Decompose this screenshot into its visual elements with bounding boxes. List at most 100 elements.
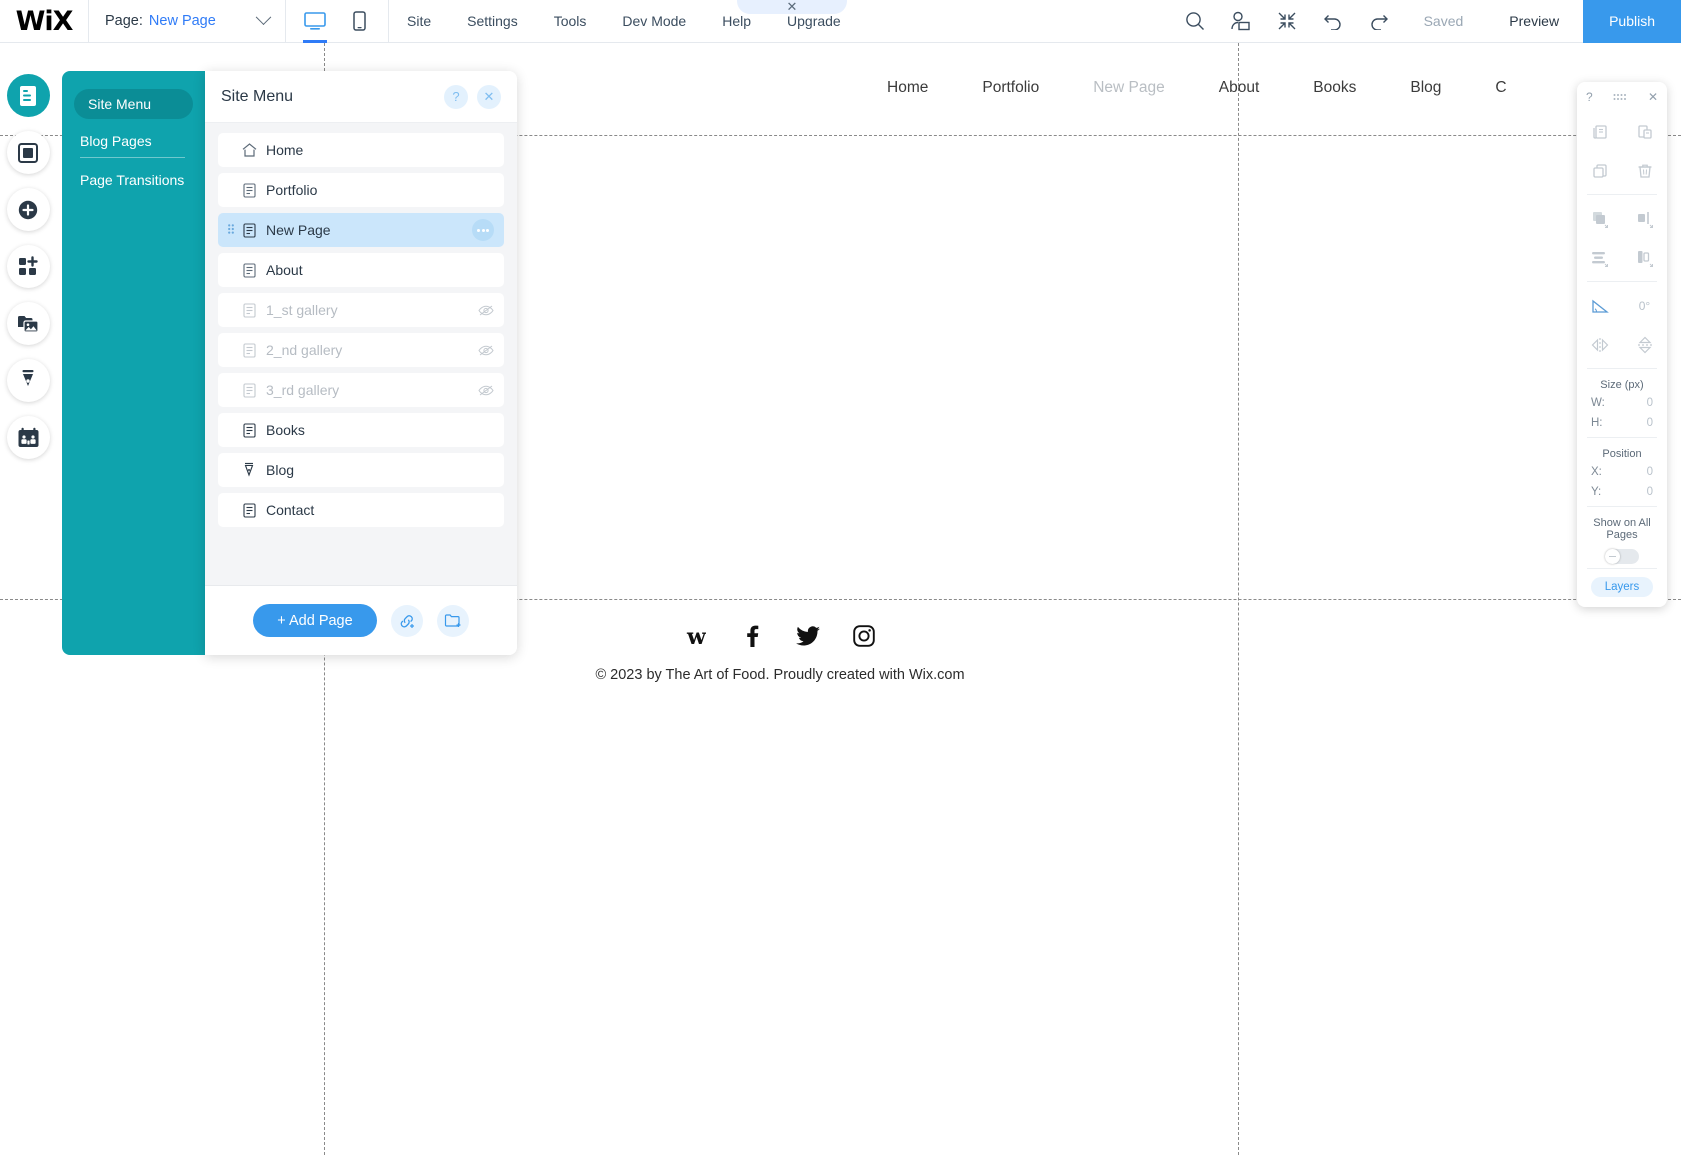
align-horizontal-icon[interactable] <box>1622 199 1667 238</box>
rotate-angle-icon[interactable] <box>1577 286 1622 325</box>
pos-y-field[interactable]: Y: 0 <box>1577 482 1667 502</box>
align-vertical-icon[interactable] <box>1622 238 1667 277</box>
list-item[interactable]: Contact <box>218 493 504 527</box>
list-item-hidden[interactable]: 3_rd gallery <box>218 373 504 407</box>
teal-tab-blog-pages[interactable]: Blog Pages <box>80 133 185 158</box>
facebook-icon[interactable] <box>739 623 765 649</box>
hidden-eye-icon[interactable] <box>478 385 494 396</box>
preview-button[interactable]: Preview <box>1485 13 1583 29</box>
svg-text:w: w <box>686 625 706 647</box>
nav-item-new-page[interactable]: New Page <box>1066 79 1192 97</box>
redo-icon[interactable] <box>1356 0 1402 43</box>
link-plus-icon[interactable] <box>391 605 423 637</box>
search-icon[interactable] <box>1172 0 1218 43</box>
nav-item-blog[interactable]: Blog <box>1383 79 1468 97</box>
grip-dots-icon[interactable] <box>1613 90 1627 104</box>
undo-icon[interactable] <box>1310 0 1356 43</box>
pen-nib-icon <box>238 462 260 478</box>
list-item-hidden[interactable]: 2_nd gallery <box>218 333 504 367</box>
page-list[interactable]: Home Portfolio New Page <box>205 123 517 585</box>
wix-logo[interactable]: WiX <box>0 8 88 35</box>
sidebar-item-add-elements[interactable] <box>7 188 50 231</box>
collapse-icon[interactable] <box>1264 0 1310 43</box>
list-item[interactable]: About <box>218 253 504 287</box>
save-status[interactable]: Saved <box>1402 13 1486 29</box>
nav-item-about[interactable]: About <box>1192 79 1287 97</box>
show-on-all-pages-toggle[interactable] <box>1605 549 1639 564</box>
background-icon <box>17 142 39 164</box>
mobile-view-button[interactable] <box>344 0 374 43</box>
flip-vertical-icon[interactable] <box>1622 325 1667 364</box>
sidebar-item-add-apps[interactable] <box>7 245 50 288</box>
sidebar-item-background[interactable] <box>7 131 50 174</box>
hidden-eye-icon[interactable] <box>478 305 494 316</box>
ellipsis-icon[interactable] <box>472 219 494 241</box>
list-item[interactable]: Portfolio <box>218 173 504 207</box>
width-field[interactable]: W: 0 <box>1577 393 1667 413</box>
nav-item-contact[interactable]: C <box>1468 79 1533 97</box>
sidebar-item-menus-and-pages[interactable] <box>7 74 50 117</box>
list-item-label: Blog <box>266 462 294 478</box>
rotation-value[interactable]: 0° <box>1622 286 1667 325</box>
arrange-icon[interactable] <box>1577 199 1622 238</box>
list-item-selected[interactable]: New Page <box>218 213 504 247</box>
pages-side-tabs[interactable]: Site Menu Blog Pages Page Transitions <box>62 71 205 655</box>
upgrade-tooltip[interactable]: ✕ <box>737 0 847 14</box>
drag-handle-icon[interactable] <box>226 224 236 236</box>
hidden-eye-icon[interactable] <box>478 345 494 356</box>
close-icon[interactable]: ✕ <box>787 1 798 13</box>
nav-item-home[interactable]: Home <box>860 79 955 97</box>
height-field[interactable]: H: 0 <box>1577 413 1667 433</box>
pos-y-value[interactable]: 0 <box>1647 486 1653 498</box>
list-item[interactable]: Home <box>218 133 504 167</box>
user-roles-icon[interactable] <box>1218 0 1264 43</box>
divider <box>1587 281 1657 282</box>
copy-style-icon[interactable] <box>1577 112 1622 151</box>
list-item[interactable]: Blog <box>218 453 504 487</box>
pinterest-icon[interactable]: w <box>683 623 709 649</box>
sidebar-item-start-blogging[interactable] <box>7 359 50 402</box>
home-icon <box>238 143 260 157</box>
distribute-icon[interactable] <box>1577 238 1622 277</box>
menu-site[interactable]: Site <box>389 0 449 43</box>
menu-tools[interactable]: Tools <box>536 0 605 43</box>
list-item[interactable]: Books <box>218 413 504 447</box>
duplicate-icon[interactable] <box>1577 151 1622 190</box>
view-mode-switcher[interactable] <box>286 0 388 43</box>
pos-x-value[interactable]: 0 <box>1647 466 1653 478</box>
add-page-button[interactable]: + Add Page <box>253 604 376 637</box>
sidebar-item-my-uploads[interactable] <box>7 302 50 345</box>
teal-tab-page-transitions[interactable]: Page Transitions <box>80 172 185 196</box>
list-item-hidden[interactable]: 1_st gallery <box>218 293 504 327</box>
question-mark-icon[interactable]: ? <box>1586 90 1593 104</box>
paste-style-icon[interactable] <box>1622 112 1667 151</box>
menu-dev-mode[interactable]: Dev Mode <box>604 0 704 43</box>
nav-item-books[interactable]: Books <box>1286 79 1383 97</box>
delete-icon[interactable] <box>1622 151 1667 190</box>
floating-element-toolbar: ? ✕ <box>1577 82 1667 607</box>
desktop-view-button[interactable] <box>300 0 330 43</box>
flip-horizontal-icon[interactable] <box>1577 325 1622 364</box>
teal-tab-site-menu[interactable]: Site Menu <box>74 89 193 119</box>
instagram-icon[interactable] <box>851 623 877 649</box>
folder-plus-icon[interactable] <box>437 605 469 637</box>
layers-button[interactable]: Layers <box>1591 577 1653 597</box>
site-navigation[interactable]: Home Portfolio New Page About Books Blog… <box>860 79 1534 97</box>
width-value[interactable]: 0 <box>1647 397 1653 409</box>
nav-item-portfolio[interactable]: Portfolio <box>955 79 1066 97</box>
pos-x-label: X: <box>1591 466 1602 478</box>
divider <box>1587 568 1657 569</box>
left-toolbar-rail[interactable] <box>0 74 56 471</box>
position-label: Position <box>1577 442 1667 462</box>
menu-settings[interactable]: Settings <box>449 0 536 43</box>
publish-button[interactable]: Publish <box>1583 0 1681 43</box>
page-selector[interactable]: Page: New Page <box>89 0 285 43</box>
close-icon[interactable]: ✕ <box>1648 90 1658 104</box>
height-value[interactable]: 0 <box>1647 417 1653 429</box>
question-mark-icon[interactable]: ? <box>444 85 468 109</box>
chevron-down-icon[interactable] <box>256 9 272 25</box>
twitter-icon[interactable] <box>795 623 821 649</box>
close-icon[interactable]: ✕ <box>477 85 501 109</box>
pos-x-field[interactable]: X: 0 <box>1577 462 1667 482</box>
sidebar-item-bookings[interactable] <box>7 416 50 459</box>
